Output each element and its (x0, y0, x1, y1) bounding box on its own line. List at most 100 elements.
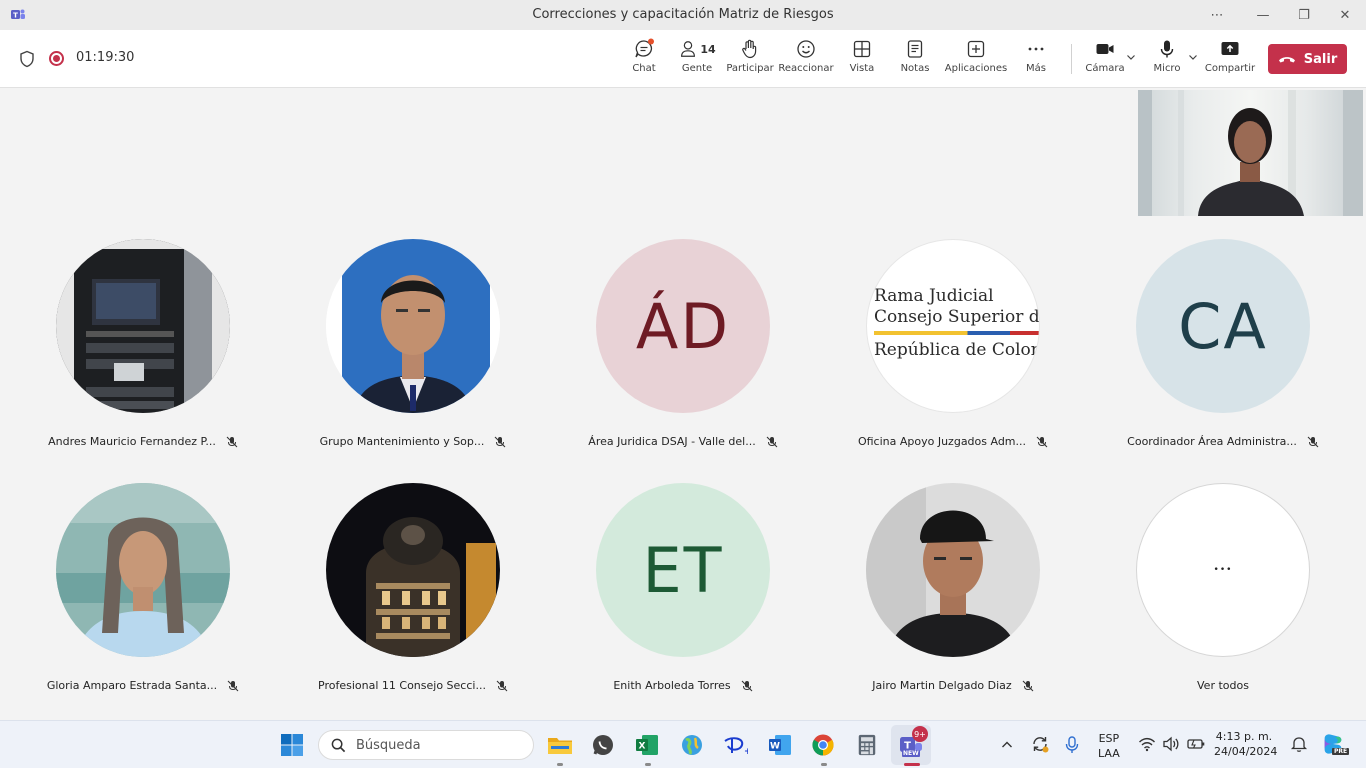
microphone-button[interactable]: Micro (1152, 38, 1182, 82)
participant-tile[interactable]: Rama Judicial Consejo Superior de Repúbl… (848, 239, 1058, 469)
share-button[interactable]: Compartir (1205, 38, 1255, 82)
calculator-button[interactable] (852, 730, 882, 760)
participant-avatar (56, 483, 230, 657)
wifi-icon[interactable] (1138, 736, 1156, 752)
active-app-indicator (645, 763, 651, 766)
start-button[interactable] (277, 730, 307, 760)
server-rack-photo (56, 239, 230, 413)
apps-label: Aplicaciones (944, 63, 1008, 74)
participant-tile[interactable]: Gloria Amparo Estrada Santa... (38, 483, 248, 713)
chat-button[interactable]: Chat (628, 38, 660, 82)
microphone-in-use-icon[interactable] (1063, 735, 1081, 755)
participant-tile[interactable]: CA Coordinador Área Administra... (1118, 239, 1328, 469)
sync-icon[interactable] (1030, 734, 1050, 754)
participant-name: Grupo Mantenimiento y Sop... (319, 435, 485, 448)
participant-tile[interactable]: Jairo Martin Delgado Diaz (848, 483, 1058, 713)
maximize-button[interactable]: ❐ (1282, 0, 1326, 30)
share-label: Compartir (1204, 63, 1256, 74)
add-app-icon (967, 40, 985, 58)
notification-bell-icon[interactable] (1290, 735, 1308, 753)
more-actions-button[interactable]: Más (1020, 38, 1052, 82)
grid-view-icon (853, 40, 871, 58)
apps-button[interactable]: Aplicaciones (945, 38, 1007, 82)
chevron-up-icon[interactable] (1000, 738, 1014, 752)
mic-off-icon (496, 680, 508, 691)
raise-hand-icon (742, 39, 757, 59)
windows-logo-icon (281, 734, 303, 756)
shield-icon[interactable] (18, 50, 36, 68)
microphone-options-chevron-icon[interactable] (1188, 52, 1198, 62)
minimize-button[interactable]: — (1241, 0, 1285, 30)
whatsapp-icon (593, 735, 613, 755)
taskbar-clock[interactable]: 4:13 p. m. 24/04/2024 (1214, 729, 1278, 759)
people-icon (681, 41, 696, 57)
notes-icon (907, 40, 923, 58)
close-button[interactable]: ✕ (1323, 0, 1366, 30)
view-all-tile[interactable]: ••• Ver todos (1118, 483, 1328, 713)
logo-line: República de Color (874, 340, 1039, 360)
hang-up-phone-icon (1278, 57, 1295, 63)
logo-line: Consejo Superior de (874, 307, 1040, 327)
view-button[interactable]: Vista (846, 38, 878, 82)
camera-options-chevron-icon[interactable] (1126, 52, 1136, 62)
excel-icon: X (636, 735, 658, 755)
teams-button[interactable]: T 9+ NEW (896, 726, 928, 760)
chrome-button[interactable] (808, 730, 838, 760)
recording-indicator-icon (49, 51, 64, 66)
participant-initials: ÁD (635, 289, 731, 363)
participant-tile[interactable]: ÁD Área Juridica DSAJ - Valle del... (578, 239, 788, 469)
clock-date: 24/04/2024 (1214, 745, 1278, 758)
participant-name: Coordinador Área Administra... (1127, 435, 1297, 448)
window-more-button[interactable]: ⋯ (1195, 0, 1239, 30)
mic-off-icon (1022, 680, 1034, 691)
raise-hand-label: Participar (726, 63, 774, 74)
chrome-icon (812, 734, 834, 756)
participant-avatar (866, 483, 1040, 657)
mic-off-icon (1307, 436, 1319, 447)
react-button[interactable]: Reaccionar (778, 38, 834, 82)
battery-icon[interactable] (1186, 736, 1206, 752)
word-button[interactable]: W (765, 730, 795, 760)
participant-tile[interactable]: Profesional 11 Consejo Secci... (308, 483, 518, 713)
search-placeholder: Búsqueda (356, 737, 421, 753)
man-portrait-photo (326, 239, 500, 413)
meeting-timer: 01:19:30 (76, 50, 135, 65)
participant-tile[interactable]: ET Enith Arboleda Torres (578, 483, 788, 713)
people-button[interactable]: 14 Gente (676, 38, 718, 82)
mic-off-icon (227, 680, 239, 691)
microphone-icon (1160, 40, 1174, 58)
excel-button[interactable]: X (632, 730, 662, 760)
mic-off-icon (226, 436, 238, 447)
participant-avatar: Rama Judicial Consejo Superior de Repúbl… (866, 239, 1040, 413)
notes-button[interactable]: Notas (899, 38, 931, 82)
view-all-label: Ver todos (1197, 679, 1249, 692)
disney-plus-button[interactable]: + (720, 730, 750, 760)
leave-meeting-button[interactable]: Salir (1268, 44, 1347, 74)
whatsapp-button[interactable] (588, 730, 618, 760)
maps-app-button[interactable] (677, 730, 707, 760)
file-explorer-button[interactable] (545, 730, 575, 760)
input-language-indicator[interactable]: ESP LAA (1098, 731, 1120, 761)
view-label: Vista (849, 63, 875, 74)
share-screen-icon (1221, 42, 1239, 55)
participant-tile[interactable]: Grupo Mantenimiento y Sop... (308, 239, 518, 469)
raise-hand-button[interactable]: Participar (726, 38, 774, 82)
participant-name-row: Profesional 11 Consejo Secci... (308, 679, 518, 692)
participant-name: Jairo Martin Delgado Diaz (872, 679, 1012, 692)
self-video-preview[interactable] (1138, 90, 1363, 216)
copilot-button[interactable]: PRE (1320, 731, 1350, 759)
globe-map-icon (682, 735, 702, 755)
volume-icon[interactable] (1162, 736, 1180, 752)
mic-off-icon (495, 436, 506, 447)
taskbar-search-box[interactable]: Búsqueda (318, 730, 534, 760)
active-app-indicator (821, 763, 827, 766)
rama-judicial-logo: Rama Judicial Consejo Superior de Repúbl… (874, 286, 1040, 361)
svg-text:+: + (744, 747, 748, 757)
participant-avatar: CA (1136, 239, 1310, 413)
participant-tile[interactable]: Andres Mauricio Fernandez P... (38, 239, 248, 469)
participant-name-row: Andres Mauricio Fernandez P... (38, 435, 248, 448)
view-all-circle[interactable]: ••• (1136, 483, 1310, 657)
more-actions-label: Más (1026, 63, 1046, 74)
camera-button[interactable]: Cámara (1085, 38, 1125, 82)
participant-name-row: Jairo Martin Delgado Diaz (848, 679, 1058, 692)
